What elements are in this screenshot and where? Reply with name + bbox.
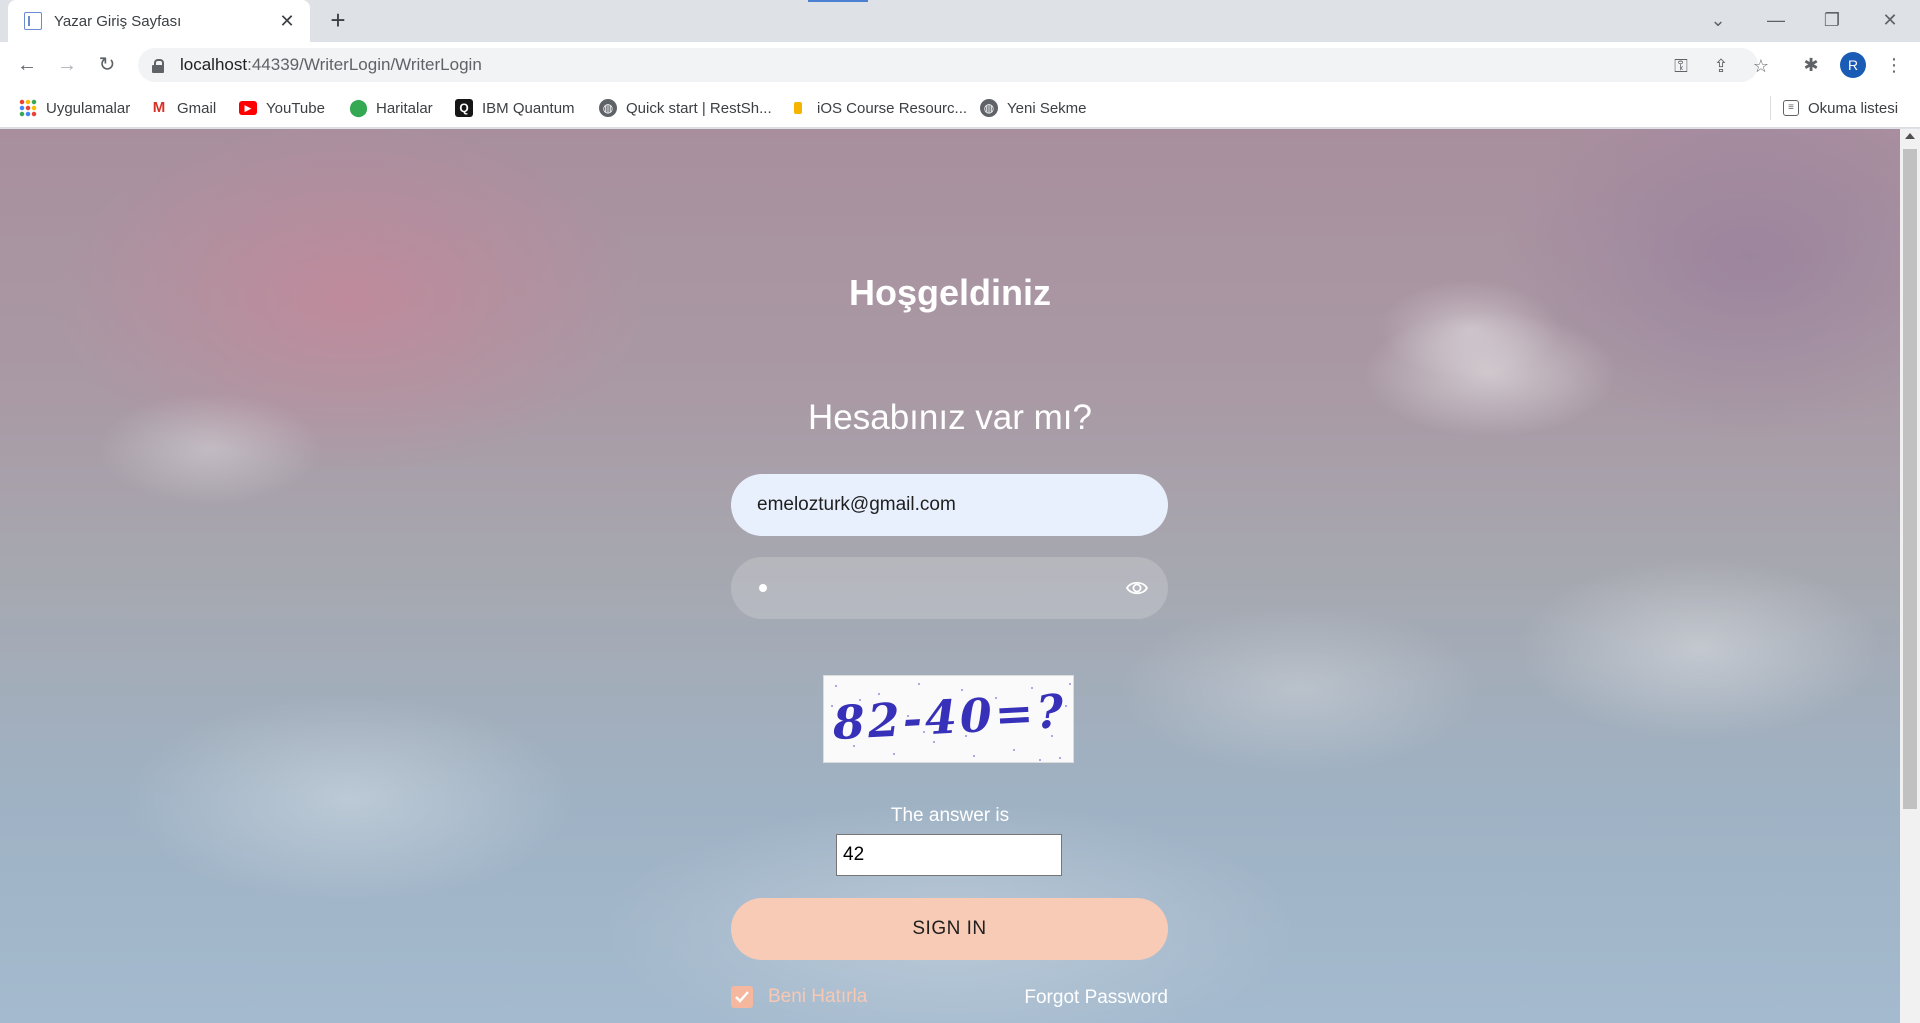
key-icon[interactable]: ⚿ bbox=[1669, 54, 1693, 78]
tab-search-icon[interactable]: ⌄ bbox=[1698, 6, 1738, 34]
bookmark-label: Yeni Sekme bbox=[1007, 99, 1087, 117]
bookmark-maps[interactable]: ⬤ Haritalar bbox=[349, 96, 433, 120]
ibm-quantum-icon: Q bbox=[455, 99, 473, 117]
restore-icon[interactable]: ❐ bbox=[1812, 6, 1852, 34]
browser-toolbar: ← → ↻ localhost:44339/WriterLogin/Writer… bbox=[0, 42, 1920, 88]
password-field[interactable] bbox=[731, 557, 1168, 619]
show-password-icon[interactable] bbox=[1126, 579, 1148, 597]
youtube-icon: ▶ bbox=[239, 101, 257, 115]
forgot-password-link[interactable]: Forgot Password bbox=[1021, 987, 1168, 1009]
ios-course-icon bbox=[794, 102, 802, 114]
sign-in-button[interactable]: SIGN IN bbox=[731, 898, 1168, 960]
bookmark-label: YouTube bbox=[266, 99, 325, 117]
bookmark-gmail[interactable]: M Gmail bbox=[150, 96, 216, 120]
email-field[interactable] bbox=[731, 474, 1168, 536]
bookmark-apps[interactable]: Uygulamalar bbox=[19, 96, 130, 120]
bookmark-label: IBM Quantum bbox=[482, 99, 575, 117]
remember-label: Beni Hatırla bbox=[768, 986, 868, 1007]
answer-label: The answer is bbox=[890, 805, 1010, 826]
bookmark-ibm-quantum[interactable]: Q IBM Quantum bbox=[455, 96, 575, 120]
globe-icon: ◍ bbox=[599, 99, 617, 117]
remember-me[interactable]: Beni Hatırla bbox=[731, 986, 867, 1008]
bookmark-youtube[interactable]: ▶ YouTube bbox=[239, 96, 325, 120]
captcha-answer-input[interactable] bbox=[836, 834, 1062, 876]
bookmark-label: iOS Course Resourc... bbox=[817, 99, 968, 117]
back-icon[interactable]: ← bbox=[13, 51, 41, 79]
bookmark-label: Quick start | RestSh... bbox=[626, 99, 772, 117]
tab-strip-indicator bbox=[808, 0, 868, 2]
bookmark-label: Haritalar bbox=[376, 99, 433, 117]
account-question: Hesabınız var mı? bbox=[808, 398, 1092, 437]
url-path: :44339/WriterLogin/WriterLogin bbox=[247, 55, 482, 74]
reload-icon[interactable]: ↻ bbox=[93, 51, 121, 79]
new-tab-button[interactable]: + bbox=[324, 6, 352, 34]
address-bar[interactable]: localhost:44339/WriterLogin/WriterLogin … bbox=[138, 48, 1769, 82]
menu-icon[interactable]: ⋮ bbox=[1880, 51, 1908, 79]
bookmarks-bar: Uygulamalar M Gmail ▶ YouTube ⬤ Haritala… bbox=[0, 88, 1920, 128]
share-icon[interactable]: ⇪ bbox=[1709, 54, 1733, 78]
maps-icon: ⬤ bbox=[349, 98, 369, 117]
bookmark-ios-course[interactable]: iOS Course Resourc... bbox=[790, 96, 967, 120]
close-window-icon[interactable]: ✕ bbox=[1870, 6, 1910, 34]
bookmarks-separator bbox=[1770, 96, 1771, 120]
reading-list-label: Okuma listesi bbox=[1808, 99, 1899, 117]
scroll-up-arrow-icon[interactable] bbox=[1905, 133, 1915, 139]
captcha-image: 82-40=? bbox=[823, 675, 1074, 763]
bookmark-quick-start[interactable]: ◍ Quick start | RestSh... bbox=[599, 96, 772, 120]
tab-title: Yazar Giriş Sayfası bbox=[54, 12, 182, 30]
extensions-icon[interactable]: ✱ bbox=[1797, 51, 1825, 79]
scrollbar-thumb[interactable] bbox=[1903, 149, 1917, 809]
browser-tab[interactable]: Yazar Giriş Sayfası ✕ bbox=[8, 0, 310, 42]
forward-icon[interactable]: → bbox=[53, 51, 81, 79]
lock-icon[interactable] bbox=[152, 58, 164, 73]
apps-grid-icon bbox=[19, 99, 37, 117]
browser-titlebar: Yazar Giriş Sayfası ✕ + ⌄ — ❐ ✕ bbox=[0, 0, 1920, 42]
gmail-icon: M bbox=[152, 99, 166, 116]
bookmark-label: Uygulamalar bbox=[46, 99, 131, 117]
reading-list-icon: ≡ bbox=[1783, 100, 1799, 116]
profile-avatar[interactable]: R bbox=[1840, 52, 1866, 78]
page-favicon-icon bbox=[24, 12, 42, 30]
login-page: Hoşgeldiniz Hesabınız var mı? 82-40=? Th… bbox=[0, 129, 1900, 1023]
tab-close-icon[interactable]: ✕ bbox=[276, 11, 298, 32]
checkmark-icon bbox=[735, 991, 749, 1003]
password-mask-dot bbox=[759, 584, 767, 592]
minimize-icon[interactable]: — bbox=[1756, 6, 1796, 34]
bookmark-label: Gmail bbox=[177, 99, 217, 117]
bookmark-yeni-sekme[interactable]: ◍ Yeni Sekme bbox=[980, 96, 1087, 120]
star-icon[interactable]: ☆ bbox=[1749, 54, 1773, 78]
remember-checkbox[interactable] bbox=[731, 986, 753, 1008]
reading-list-button[interactable]: ≡ Okuma listesi bbox=[1783, 96, 1898, 120]
globe-icon: ◍ bbox=[980, 99, 998, 117]
url-host: localhost bbox=[180, 55, 248, 74]
welcome-heading: Hoşgeldiniz bbox=[848, 272, 1051, 313]
